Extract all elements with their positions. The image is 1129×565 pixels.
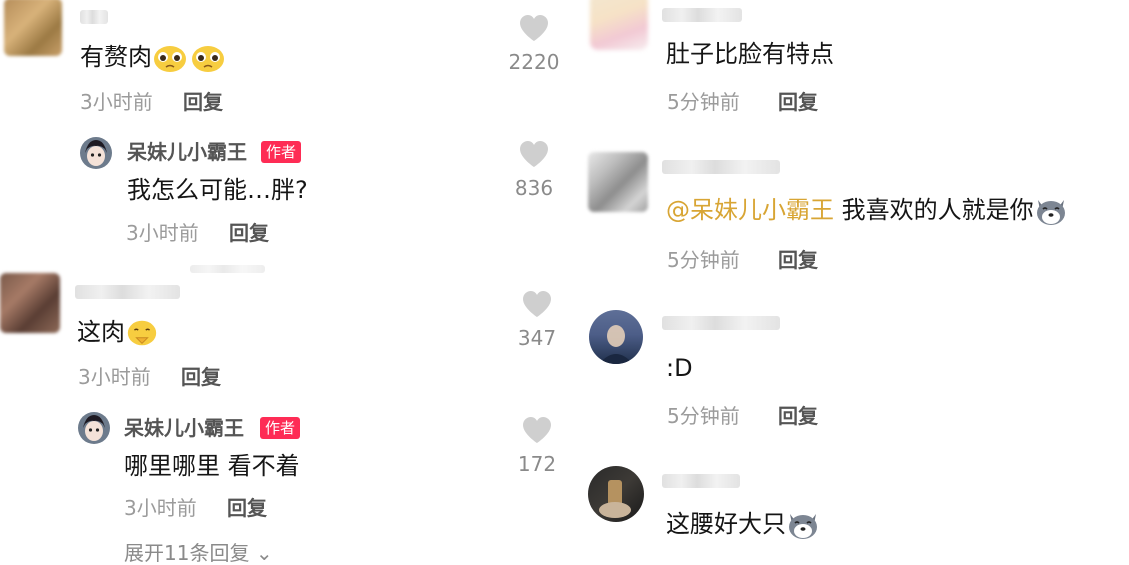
reply-button[interactable]: 回复 [183,90,223,114]
comment-text: @呆妹儿小霸王 我喜欢的人就是你 [666,195,1068,226]
comment-text-content: 我喜欢的人就是你 [834,196,1034,224]
username-blurred[interactable] [662,8,742,22]
author-badge: 作者 [261,141,302,163]
husky-dog-icon [789,514,817,539]
avatar-blurred[interactable] [590,0,648,50]
reply-button[interactable]: 回复 [778,248,818,272]
like-button[interactable]: 836 [499,140,569,200]
author-avatar-image [80,137,112,169]
comment-text-content: 有赘肉 [80,43,152,71]
like-button[interactable]: 2220 [499,14,569,74]
comment-text: 哪里哪里 看不着 [124,452,300,480]
chevron-down-icon: ⌄ [255,541,273,565]
comment-time: 3小时前 [124,496,197,520]
husky-dog-icon [1036,200,1065,225]
username-blurred[interactable] [662,316,780,330]
like-count: 836 [514,176,554,200]
comment-time: 5分钟前 [667,90,740,114]
like-button[interactable]: 172 [502,416,572,476]
comment-text: 我怎么可能…胖? [127,176,308,204]
reply-button[interactable]: 回复 [227,496,267,520]
author-badge: 作者 [260,417,301,439]
avatar-blurred[interactable] [4,0,62,56]
username-blurred[interactable] [80,10,108,24]
like-count: 172 [517,452,557,476]
author-name[interactable]: 呆妹儿小霸王 [124,416,244,440]
author-name[interactable]: 呆妹儿小霸王 [127,140,247,164]
username-blurred[interactable] [662,160,780,174]
comment-time: 3小时前 [126,221,199,245]
heart-icon [523,417,551,443]
heart-icon [520,15,548,41]
username-blurred[interactable] [662,474,740,488]
avatar[interactable] [589,310,643,364]
avatar[interactable] [588,466,644,522]
like-count: 347 [517,326,557,350]
avatar-blurred[interactable] [588,152,648,212]
comment-time: 3小时前 [80,90,153,114]
reply-button[interactable]: 回复 [181,365,221,389]
comment-text-content: 这肉 [77,318,125,346]
reply-button[interactable]: 回复 [778,90,818,114]
pleading-face-icon [192,46,224,72]
comment-text-content: 这腰好大只 [666,510,786,538]
comment-time: 5分钟前 [667,248,740,272]
avatar-image [599,480,631,518]
comment-time: 5分钟前 [667,404,740,428]
reply-button[interactable]: 回复 [778,404,818,428]
pleading-face-icon [154,46,186,72]
expand-replies-label: 展开11条回复 [124,541,250,565]
avatar-image [599,325,633,364]
avatar-blurred[interactable] [0,273,60,333]
mention-link[interactable]: @呆妹儿小霸王 [666,196,834,224]
comment-text: :D [666,354,693,382]
comment-text: 有赘肉 [80,42,228,73]
expand-replies-button[interactable]: 展开11条回复 ⌄ [124,541,273,565]
like-button[interactable]: 347 [502,290,572,350]
like-count: 2220 [508,50,560,74]
comment-text: 这肉 [77,317,159,348]
username-blurred[interactable] [75,285,180,299]
author-avatar[interactable] [80,137,112,169]
username-blurred[interactable] [190,265,265,273]
comment-text: 这腰好大只 [666,509,820,540]
author-avatar-image [78,412,110,444]
heart-icon [523,291,551,317]
reply-button[interactable]: 回复 [229,221,269,245]
comment-time: 3小时前 [78,365,151,389]
comment-text: 肚子比脸有特点 [666,40,834,68]
heart-icon [520,141,548,167]
praying-face-icon [127,320,157,346]
author-avatar[interactable] [78,412,110,444]
